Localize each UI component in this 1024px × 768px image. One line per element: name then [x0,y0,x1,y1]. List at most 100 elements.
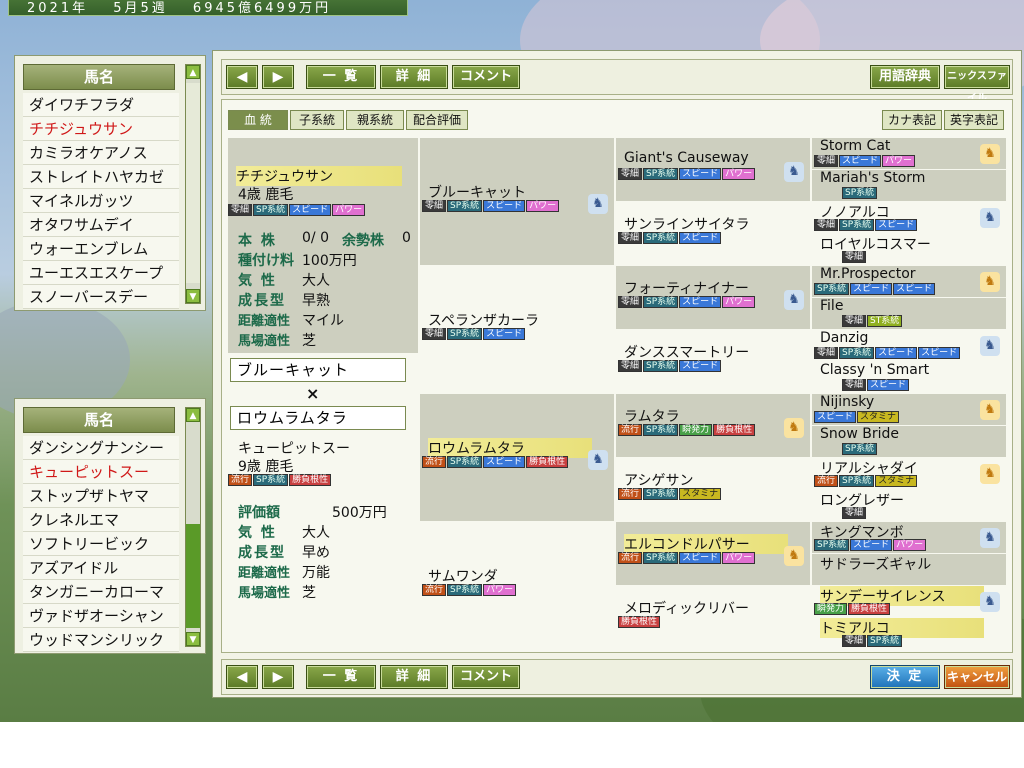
pedigree-cell[interactable]: ロウムラムタラ 流行 SP系統 スピード 勝負根性 ♞ [420,394,614,521]
scroll-down-icon[interactable]: ▼ [186,632,200,646]
list-item[interactable]: オタワサムデイ [23,213,179,237]
confirm-button[interactable]: 決 定 [870,665,940,689]
sp-line-badge: SP系統 [253,474,289,486]
dam-list: ダンシングナンシー キューピットスー ストップザトヤマ クレネルエマ ソフトリービックア… [23,436,179,652]
pedigree-cell[interactable]: Storm Cat 零細 スピード パワー ♞ [812,138,1006,169]
pedigree-cell[interactable]: Nijinsky スピード スタミナ ♞ [812,394,1006,425]
list-item[interactable]: ダンシングナンシー [23,436,179,460]
pedigree-cell[interactable]: Mr.Prospector SP系統 スピード スピード ♞ [812,266,1006,297]
list-item[interactable]: ダイワチフラダ [23,93,179,117]
sp-line-badge: SP系統 [643,168,679,180]
pedigree-cell[interactable]: ブルーキャット 零細 SP系統 スピード パワー ♞ [420,138,614,265]
spare-value: 0 [402,230,411,246]
prev-button[interactable]: ◀ [226,65,258,89]
horse-name: Mariah's Storm [820,170,926,186]
tab-english-notation[interactable]: 英字表記 [944,110,1004,130]
pedigree-cell[interactable]: スペランザカーラ 零細 SP系統 スピード [420,266,614,393]
pedigree-cell[interactable]: ロングレザー 零細 [812,490,1006,521]
pedigree-cell[interactable]: Snow Bride SP系統 [812,426,1006,457]
scroll-up-icon[interactable]: ▲ [186,408,200,422]
trend-badge: 流行 [814,475,839,487]
tab-mating-eval[interactable]: 配合評価 [406,110,468,130]
pedigree-cell[interactable]: ラムタラ 流行 SP系統 瞬発力 勝負根性 ♞ [616,394,810,457]
pedigree-cell[interactable]: サンデーサイレンス 瞬発力 勝負根性 ♞ [812,586,1006,617]
horse-gold-icon: ♞ [980,464,1000,484]
list-item[interactable]: ウォーエンブレム [23,237,179,261]
sire-list-scrollbar[interactable]: ▲ ▼ [185,64,201,304]
horse-badges: 零細 SP系統 スピード [618,232,722,245]
pedigree-cell[interactable]: キングマンボ SP系統 スピード パワー ♞ [812,522,1006,553]
detail-button-bottom[interactable]: 詳 細 [380,665,448,689]
burst-badge: 瞬発力 [814,603,848,615]
next-button-bottom[interactable]: ▶ [262,665,294,689]
scroll-thumb[interactable] [186,524,200,628]
cancel-button[interactable]: キャンセル [944,665,1010,689]
dam-list-scrollbar[interactable]: ▲ ▼ [185,407,201,647]
pedigree-cell[interactable]: アシゲサン 流行 SP系統 スタミナ [616,458,810,521]
dam-track-label: 馬場適性 [238,586,291,601]
tab-bloodline[interactable]: 血 統 [228,110,288,130]
nicks-file-button[interactable]: ニックスファイル [944,65,1010,104]
pedigree-cell[interactable]: サンラインサイタラ 零細 SP系統 スピード [616,202,810,265]
list-item[interactable]: ヴァドザオーシャン [23,604,179,628]
horse-name: Nijinsky [820,394,875,410]
minor-badge: 零細 [842,251,867,263]
list-item[interactable]: ユーエスエスケープ [23,261,179,285]
pedigree-cell[interactable]: File 零細 ST系統 [812,298,1006,329]
pedigree-cell[interactable]: サドラーズギャル [812,554,1006,585]
pedigree-cell[interactable]: Danzig 零細 SP系統 スピード スピード ♞ [812,330,1006,361]
pedigree-cell[interactable]: ノノアルコ 零細 SP系統 スピード ♞ [812,202,1006,233]
temper-label: 気 性 [238,273,277,289]
horse-name: ロイヤルコスマー [820,237,931,253]
list-button-bottom[interactable]: 一 覧 [306,665,376,689]
scroll-down-icon[interactable]: ▼ [186,289,200,303]
horse-name: Giant's Causeway [624,150,749,166]
sp-line-badge: SP系統 [814,283,850,295]
list-item[interactable]: クレネルエマ [23,508,179,532]
comment-button[interactable]: コメント [452,65,520,89]
tab-sub-lineage[interactable]: 子系統 [290,110,344,130]
scroll-up-icon[interactable]: ▲ [186,65,200,79]
selected-dam-box[interactable]: ロウムラムタラ [230,406,406,430]
horse-name: File [820,298,844,314]
horse-badges: 流行 SP系統 パワー [422,584,517,597]
pedigree-cell[interactable]: Mariah's Storm SP系統 [812,170,1006,201]
pedigree-cell[interactable]: ロイヤルコスマー 零細 [812,234,1006,265]
pedigree-cell[interactable]: エルコンドルパサー 流行 SP系統 スピード パワー ♞ [616,522,810,585]
list-item[interactable]: スノーバースデー [23,285,179,309]
selected-sire-box[interactable]: ブルーキャット [230,358,406,382]
pedigree-cell[interactable]: ダンススマートリー 零細 SP系統 スピード [616,330,810,393]
pedigree-cell[interactable]: リアルシャダイ 流行 SP系統 スタミナ ♞ [812,458,1006,489]
pedigree-cell[interactable]: Giant's Causeway 零細 SP系統 スピード パワー ♞ [616,138,810,201]
list-item[interactable]: マイネルガッツ [23,189,179,213]
list-item[interactable]: ウッドマンシリック [23,628,179,652]
tab-kana-notation[interactable]: カナ表記 [882,110,942,130]
list-item[interactable]: アズアイドル [23,556,179,580]
pedigree-cell[interactable]: メロディックリバー 勝負根性 [616,586,810,649]
list-item[interactable]: ソフトリービック [23,532,179,556]
pedigree-cell[interactable]: Classy 'n Smart 零細 スピード [812,362,1006,393]
minor-badge: 零細 [618,232,643,244]
next-button[interactable]: ▶ [262,65,294,89]
power-badge: パワー [722,168,756,180]
prev-button-bottom[interactable]: ◀ [226,665,258,689]
pedigree-cell[interactable]: トミアルコ 零細 SP系統 [812,618,1006,649]
temper-value: 大人 [302,273,330,289]
comment-button-bottom[interactable]: コメント [452,665,520,689]
scroll-track [186,83,200,283]
horse-gold-icon: ♞ [784,546,804,566]
list-item[interactable]: ストレイトハヤカゼ [23,165,179,189]
tab-parent-lineage[interactable]: 親系統 [346,110,404,130]
list-item[interactable]: ストップザトヤマ [23,484,179,508]
pedigree-cell[interactable]: フォーティナイナー 零細 SP系統 スピード パワー ♞ [616,266,810,329]
pedigree-cell[interactable]: サムワンダ 流行 SP系統 パワー [420,522,614,649]
detail-button[interactable]: 詳 細 [380,65,448,89]
list-button[interactable]: 一 覧 [306,65,376,89]
dam-list-header: 馬名 [23,407,175,433]
list-item[interactable]: カミラオケアノス [23,141,179,165]
horse-name: ダンススマートリー [624,345,750,361]
dictionary-button[interactable]: 用語辞典 [870,65,940,89]
list-item[interactable]: チチジュウサン [23,117,179,141]
list-item[interactable]: タンガニーカローマ [23,580,179,604]
list-item[interactable]: キューピットスー [23,460,179,484]
